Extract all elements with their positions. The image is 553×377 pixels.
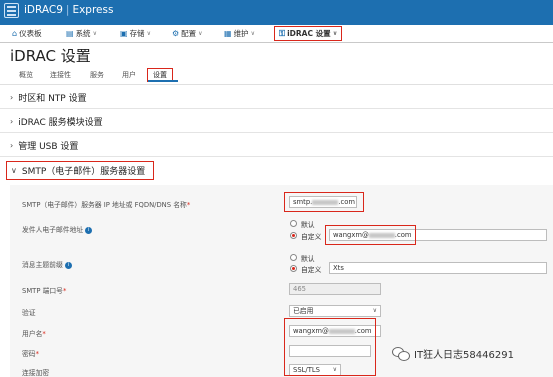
chevron-down-icon: ∨ (92, 30, 97, 37)
nav-item-dashboard[interactable]: ⌂ 仪表板 (12, 28, 42, 39)
nav-item-storage[interactable]: ▣ 存储 ∨ (120, 28, 151, 39)
chevron-down-icon: ∨ (372, 307, 377, 314)
chevron-down-icon: ∨ (11, 166, 17, 175)
divider (0, 156, 553, 157)
config-icon: ⚙ (172, 29, 180, 38)
maintenance-icon: ▦ (224, 29, 232, 38)
page-title: iDRAC 设置 (10, 47, 91, 65)
app-title: iDRAC9 | Express (24, 4, 114, 16)
username-label: 用户名* (22, 330, 46, 338)
password-label: 密码* (22, 350, 39, 358)
authentication-select[interactable]: 已启用 ∨ (289, 305, 381, 317)
subject-custom-radio[interactable] (290, 265, 297, 272)
chevron-right-icon: › (10, 117, 14, 126)
sender-custom-label: 自定义 (301, 233, 322, 241)
watermark-text: IT狂人日志58446291 (414, 350, 514, 361)
top-bar: iDRAC9 | Express (0, 0, 553, 25)
subject-default-radio[interactable] (290, 254, 297, 261)
app-name: iDRAC9 (24, 4, 63, 16)
server-icon: ▤ (66, 29, 74, 38)
main-nav: ⌂ 仪表板 ▤ 系统 ∨ ▣ 存储 ∨ ⚙ 配置 ∨ ▦ 维护 ∨ ⚿ iDRA… (0, 25, 553, 43)
divider (0, 108, 553, 109)
storage-icon: ▣ (120, 29, 128, 38)
section-service-module[interactable]: › iDRAC 服务模块设置 (10, 115, 103, 128)
nav-label: 配置 (181, 29, 197, 38)
watermark: IT狂人日志58446291 (392, 346, 514, 361)
chevron-right-icon: › (10, 93, 14, 102)
chevron-down-icon: ∨ (146, 30, 151, 37)
nav-label: 维护 (233, 29, 249, 38)
highlight-box (284, 192, 364, 212)
highlight-box (325, 225, 416, 245)
smtp-port-input[interactable]: 465 (289, 283, 381, 295)
app-edition: Express (72, 4, 114, 16)
info-icon[interactable]: i (64, 261, 72, 269)
section-title: iDRAC 服务模块设置 (18, 118, 103, 128)
authentication-label: 验证 (22, 309, 36, 317)
subject-custom-label: 自定义 (301, 266, 322, 274)
chevron-right-icon: › (10, 141, 14, 150)
sender-default-label: 默认 (301, 221, 315, 229)
nav-item-configuration[interactable]: ⚙ 配置 ∨ (172, 28, 203, 39)
sender-default-radio[interactable] (290, 220, 297, 227)
wechat-icon (392, 347, 410, 361)
highlight-box (284, 318, 376, 376)
section-title: 管理 USB 设置 (18, 142, 79, 152)
key-icon: ⚿ (279, 28, 286, 38)
smtp-port-label: SMTP 端口号* (22, 287, 67, 295)
nav-item-maintenance[interactable]: ▦ 维护 ∨ (224, 28, 255, 39)
connection-encryption-label: 连接加密 (22, 369, 50, 377)
chevron-down-icon: ∨ (198, 30, 203, 37)
tab-overview[interactable]: 概览 (19, 70, 33, 80)
subject-prefix-label: 消息主题前缀 i (22, 259, 72, 269)
section-title: 时区和 NTP 设置 (18, 94, 87, 104)
nav-item-system[interactable]: ▤ 系统 ∨ (66, 28, 97, 39)
divider (0, 84, 553, 85)
nav-label: 系统 (75, 29, 91, 38)
divider (0, 132, 553, 133)
sender-email-label: 发件人电子邮件地址 i (22, 224, 93, 234)
smtp-server-label: SMTP（电子邮件）服务器 IP 地址或 FQDN/DNS 名称* (22, 201, 191, 209)
tab-services[interactable]: 服务 (90, 70, 104, 80)
nav-label: iDRAC 设置 (287, 29, 331, 38)
subject-prefix-input[interactable]: Xts (329, 262, 547, 274)
section-time-ntp[interactable]: › 时区和 NTP 设置 (10, 91, 87, 104)
chevron-down-icon: ∨ (250, 30, 255, 37)
info-icon[interactable]: i (85, 226, 93, 234)
section-smtp[interactable]: ∨ SMTP（电子邮件）服务器设置 (6, 161, 155, 180)
menu-grid-icon[interactable] (4, 3, 19, 18)
home-icon: ⌂ (12, 29, 18, 38)
section-usb[interactable]: › 管理 USB 设置 (10, 139, 78, 152)
tab-users[interactable]: 用户 (122, 70, 136, 80)
nav-label: 存储 (129, 29, 145, 38)
sender-custom-radio[interactable] (290, 232, 297, 239)
tab-connectivity[interactable]: 连接性 (50, 70, 71, 80)
active-tab-indicator (148, 80, 178, 82)
nav-item-idrac-settings[interactable]: ⚿ iDRAC 设置 ∨ (274, 26, 343, 41)
nav-label: 仪表板 (19, 29, 42, 38)
section-title: SMTP（电子邮件）服务器设置 (21, 167, 146, 177)
subject-default-label: 默认 (301, 255, 315, 263)
chevron-down-icon: ∨ (332, 30, 338, 37)
